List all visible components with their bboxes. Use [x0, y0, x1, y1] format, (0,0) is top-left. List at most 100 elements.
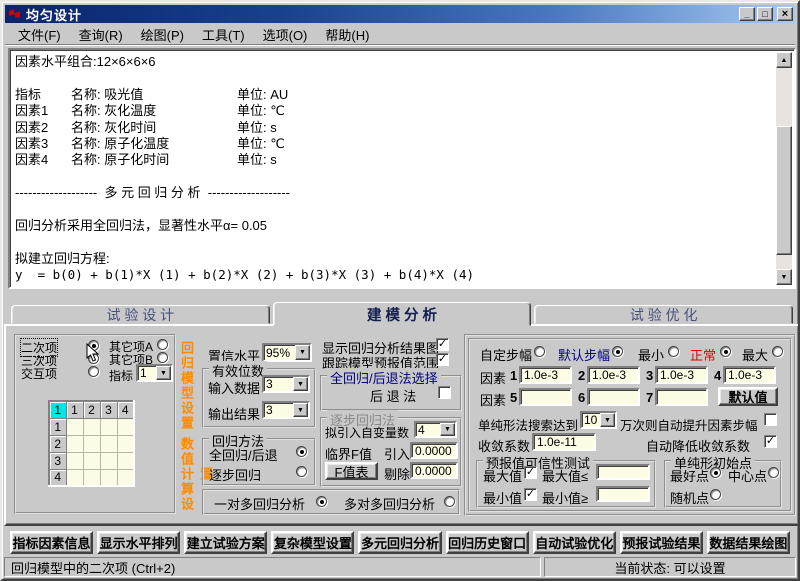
auto-test-optimization-button[interactable]: 自动试验优化	[533, 531, 616, 554]
show-level-arrangement-button[interactable]: 显示水平排列	[97, 531, 180, 554]
factor4-step-field[interactable]	[723, 366, 776, 384]
tab-experiment-optimization[interactable]: 试 验 优 化	[534, 305, 793, 324]
grid-cell[interactable]	[117, 418, 134, 435]
grid-corner-cell[interactable]: 1	[49, 401, 66, 418]
grid-cell[interactable]	[100, 469, 117, 486]
checkbox-min-value[interactable]: ✓	[524, 488, 537, 501]
radio-other-term-a[interactable]	[157, 339, 168, 350]
grid-cell[interactable]	[83, 418, 100, 435]
radio-other-term-b[interactable]	[157, 352, 168, 363]
vertical-scrollbar[interactable]: ▲ ▼	[776, 52, 792, 285]
maximize-button[interactable]: □	[757, 7, 773, 21]
factor6-step-field[interactable]	[587, 388, 640, 406]
dropdown-arrow-icon[interactable]: ▼	[293, 403, 308, 417]
radio-best-point[interactable]	[710, 467, 721, 478]
tab-modeling-analysis[interactable]: 建 模 分 析	[273, 302, 532, 326]
grid-cell[interactable]	[117, 452, 134, 469]
checkbox-auto-reduce-convergence[interactable]: ✓	[764, 435, 777, 448]
remove-f-field[interactable]	[410, 462, 458, 479]
grid-cell[interactable]	[66, 452, 83, 469]
grid-cell[interactable]	[117, 469, 134, 486]
radio-random-point[interactable]	[710, 489, 721, 500]
minimize-button[interactable]: _	[739, 7, 755, 21]
grid-cell[interactable]	[83, 435, 100, 452]
grid-row-header[interactable]: 4	[49, 469, 66, 486]
tab-experiment-design[interactable]: 试 验 设 计	[11, 305, 270, 324]
dropdown-arrow-icon[interactable]: ▼	[600, 413, 615, 427]
checkbox-max-value[interactable]: ✓	[524, 466, 537, 479]
close-button[interactable]: ×	[777, 7, 793, 21]
convergence-field[interactable]	[532, 433, 596, 451]
predict-test-result-button[interactable]: 预报试验结果	[620, 531, 703, 554]
input-digits-dropdown[interactable]: 3 ▼	[262, 375, 310, 393]
grid-cell[interactable]	[100, 435, 117, 452]
multiple-regression-button[interactable]: 多元回归分析	[358, 531, 441, 554]
output-digits-dropdown[interactable]: 3 ▼	[262, 401, 310, 419]
menu-tools[interactable]: 工具(T)	[193, 23, 254, 46]
min-condition-field[interactable]	[596, 486, 650, 502]
grid-col-header[interactable]: 3	[100, 401, 117, 418]
radio-one-to-many[interactable]	[316, 496, 327, 507]
indicator-factor-info-button[interactable]: 指标因素信息	[10, 531, 93, 554]
menu-help[interactable]: 帮助(H)	[316, 23, 378, 46]
grid-col-header[interactable]: 1	[66, 401, 83, 418]
checkbox-track-prediction-range[interactable]: ✓	[436, 353, 449, 366]
radio-default-step[interactable]	[612, 346, 623, 357]
menu-file[interactable]: 文件(F)	[9, 23, 70, 46]
grid-row-header[interactable]: 3	[49, 452, 66, 469]
vars-dropdown[interactable]: 4 ▼	[414, 421, 457, 438]
grid-cell[interactable]	[66, 435, 83, 452]
f-table-button[interactable]: F值表	[325, 462, 378, 480]
factor3-step-field[interactable]	[655, 366, 708, 384]
grid-cell[interactable]	[66, 469, 83, 486]
grid-cell[interactable]	[83, 469, 100, 486]
grid-cell[interactable]	[117, 435, 134, 452]
menu-options[interactable]: 选项(O)	[254, 23, 317, 46]
radio-many-to-many[interactable]	[444, 496, 455, 507]
simplex-times-dropdown[interactable]: 10 ▼	[580, 411, 617, 429]
factor2-step-field[interactable]	[587, 366, 640, 384]
confidence-dropdown[interactable]: 95% ▼	[262, 343, 312, 362]
grid-cell[interactable]	[100, 418, 117, 435]
menu-query[interactable]: 查询(R)	[70, 23, 132, 46]
grid-col-header[interactable]: 4	[117, 401, 134, 418]
menu-plot[interactable]: 绘图(P)	[132, 23, 193, 46]
indicator-dropdown[interactable]: 1 ▼	[136, 364, 173, 382]
dropdown-arrow-icon[interactable]: ▼	[293, 377, 308, 391]
grid-row-header[interactable]: 1	[49, 418, 66, 435]
radio-custom-step[interactable]	[534, 346, 545, 357]
scroll-up-button[interactable]: ▲	[776, 52, 792, 68]
output-area[interactable]: 因素水平组合:12×6×6×6 指标名称: 吸光值单位: AU 因素1名称: 灰…	[8, 48, 796, 289]
scroll-down-button[interactable]: ▼	[776, 269, 792, 285]
checkbox-show-result-chart[interactable]: ✓	[436, 338, 449, 351]
default-values-button[interactable]: 默认值	[718, 387, 778, 406]
radio-size-min[interactable]	[668, 346, 679, 357]
checkbox-backward-method[interactable]: ✓	[438, 386, 451, 399]
max-condition-field[interactable]	[596, 464, 650, 480]
data-result-plot-button[interactable]: 数据结果绘图	[707, 531, 790, 554]
dropdown-arrow-icon[interactable]: ▼	[156, 366, 171, 380]
radio-full-regression[interactable]	[296, 446, 307, 457]
grid-cell[interactable]	[66, 418, 83, 435]
grid-row-header[interactable]: 2	[49, 435, 66, 452]
dropdown-arrow-icon[interactable]: ▼	[440, 423, 455, 436]
factor7-step-field[interactable]	[655, 388, 708, 406]
scrollbar-thumb[interactable]	[776, 126, 792, 255]
app-icon[interactable]	[8, 8, 23, 21]
radio-size-normal[interactable]	[720, 346, 731, 357]
grid-cell[interactable]	[83, 452, 100, 469]
factor5-step-field[interactable]	[519, 388, 572, 406]
enter-f-field[interactable]	[410, 442, 458, 459]
dropdown-arrow-icon[interactable]: ▼	[295, 345, 310, 360]
radio-center-point[interactable]	[768, 467, 779, 478]
create-test-plan-button[interactable]: 建立试验方案	[184, 531, 267, 554]
radio-stepwise-regression[interactable]	[296, 466, 307, 477]
radio-interaction-term[interactable]	[88, 366, 99, 377]
factor1-step-field[interactable]	[519, 366, 572, 384]
grid-cell[interactable]	[100, 452, 117, 469]
complex-model-settings-button[interactable]: 复杂模型设置	[271, 531, 354, 554]
regression-history-button[interactable]: 回归历史窗口	[446, 531, 529, 554]
radio-size-max[interactable]	[772, 346, 783, 357]
checkbox-auto-boost-step[interactable]: ✓	[764, 413, 777, 426]
grid-col-header[interactable]: 2	[83, 401, 100, 418]
